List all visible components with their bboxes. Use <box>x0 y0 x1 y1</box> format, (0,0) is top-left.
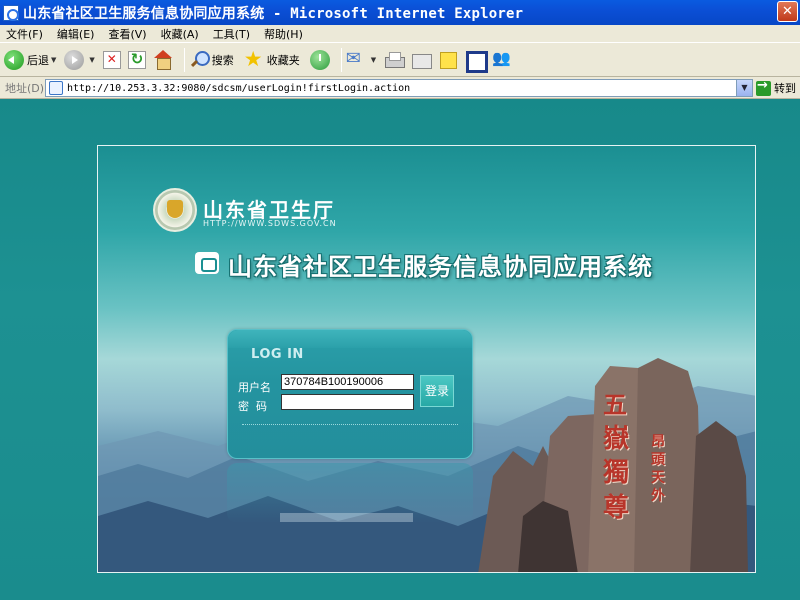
menu-bar: 文件(F) 编辑(E) 查看(V) 收藏(A) 工具(T) 帮助(H) <box>0 25 800 42</box>
edit-button[interactable] <box>411 47 434 73</box>
rock-char-1: 五 <box>603 391 627 419</box>
rock-char-3: 獨 <box>603 458 630 488</box>
print-button[interactable] <box>384 47 407 73</box>
rock-side-char-3: 天 <box>651 470 665 486</box>
reflection-bar <box>280 513 413 522</box>
back-dropdown-icon[interactable]: ▼ <box>51 56 56 64</box>
mail-dropdown-icon[interactable]: ▼ <box>371 56 376 64</box>
menu-file[interactable]: 文件(F) <box>6 26 43 42</box>
history-button[interactable] <box>309 47 333 73</box>
rock-side-char-1: 昂 <box>651 434 665 450</box>
login-box-header <box>228 330 472 348</box>
media-icon <box>465 50 489 73</box>
favorites-button[interactable]: 收藏夹 <box>244 47 300 73</box>
menu-help[interactable]: 帮助(H) <box>264 26 303 42</box>
address-bar: 地址(D) ▼ 转到 <box>0 77 800 99</box>
system-title: 山东省社区卫生服务信息协同应用系统 <box>228 253 653 281</box>
address-label: 地址(D) <box>5 81 45 95</box>
login-title: LOG IN <box>251 347 304 362</box>
go-button[interactable]: 转到 <box>756 78 796 96</box>
health-dept-emblem-icon <box>153 188 197 232</box>
page-icon <box>49 81 63 95</box>
favorites-label: 收藏夹 <box>266 53 300 67</box>
go-label: 转到 <box>774 82 796 95</box>
edit-icon <box>411 50 433 70</box>
search-button[interactable]: 搜索 <box>189 47 234 73</box>
system-logo-icon <box>195 252 219 274</box>
menu-edit[interactable]: 编辑(E) <box>57 26 95 42</box>
media-button[interactable] <box>465 47 489 73</box>
login-box: LOG IN 用户名 密码 登录 <box>227 329 473 459</box>
password-label: 密码 <box>238 400 274 413</box>
username-input[interactable] <box>281 374 414 390</box>
rock-char-4: 尊 <box>603 493 630 523</box>
address-field[interactable]: ▼ <box>45 79 753 97</box>
menu-tools[interactable]: 工具(T) <box>213 26 250 42</box>
search-icon <box>189 50 210 70</box>
forward-arrow-icon <box>64 49 85 70</box>
org-url: HTTP://WWW.SDWS.GOV.CN <box>203 219 337 228</box>
menu-view[interactable]: 查看(V) <box>108 26 146 42</box>
home-icon <box>153 49 173 70</box>
star-icon <box>244 47 264 71</box>
username-label: 用户名 <box>238 381 271 394</box>
forward-dropdown-icon[interactable]: ▼ <box>89 56 94 64</box>
history-icon <box>309 49 330 70</box>
search-label: 搜索 <box>211 53 234 67</box>
back-label: 后退 <box>27 53 49 67</box>
window-title: 山东省社区卫生服务信息协同应用系统 - Microsoft Internet E… <box>23 5 524 22</box>
menu-favorites[interactable]: 收藏(A) <box>161 26 199 42</box>
refresh-button[interactable] <box>127 47 149 73</box>
close-button[interactable]: ✕ <box>777 1 798 22</box>
password-input[interactable] <box>281 394 414 410</box>
rock-side-char-4: 外 <box>651 488 665 504</box>
printer-icon <box>384 50 406 70</box>
go-arrow-icon <box>756 78 771 96</box>
toolbar-separator <box>183 47 185 72</box>
login-divider <box>242 424 458 425</box>
address-input[interactable] <box>67 81 727 95</box>
forward-button[interactable]: ▼ <box>64 47 98 73</box>
login-button[interactable]: 登录 <box>420 375 454 407</box>
mail-icon <box>346 48 366 70</box>
discuss-button[interactable] <box>438 47 461 73</box>
back-button[interactable]: 后退 ▼ <box>4 47 60 73</box>
rock-side-char-2: 頭 <box>651 452 665 468</box>
back-arrow-icon <box>4 49 24 70</box>
rock-char-2: 嶽 <box>603 424 630 454</box>
ie-icon <box>3 4 19 21</box>
toolbar: 后退 ▼ ▼ 搜索 收藏夹 ▼ <box>0 42 800 77</box>
stop-icon <box>102 50 121 69</box>
home-button[interactable] <box>153 47 176 73</box>
messenger-button[interactable] <box>492 47 515 73</box>
login-panel: 山东省卫生厅 HTTP://WWW.SDWS.GOV.CN 山东省社区卫生服务信… <box>97 145 756 573</box>
toolbar-separator <box>340 47 342 72</box>
stop-button[interactable] <box>102 47 124 73</box>
note-icon <box>438 50 458 70</box>
address-dropdown-icon[interactable]: ▼ <box>736 80 752 96</box>
refresh-icon <box>127 50 146 69</box>
login-box-reflection <box>227 463 473 523</box>
mail-button[interactable]: ▼ <box>346 47 380 73</box>
messenger-icon <box>492 49 512 70</box>
page-content: 山东省卫生厅 HTTP://WWW.SDWS.GOV.CN 山东省社区卫生服务信… <box>0 99 800 600</box>
window-titlebar: 山东省社区卫生服务信息协同应用系统 - Microsoft Internet E… <box>0 0 800 25</box>
